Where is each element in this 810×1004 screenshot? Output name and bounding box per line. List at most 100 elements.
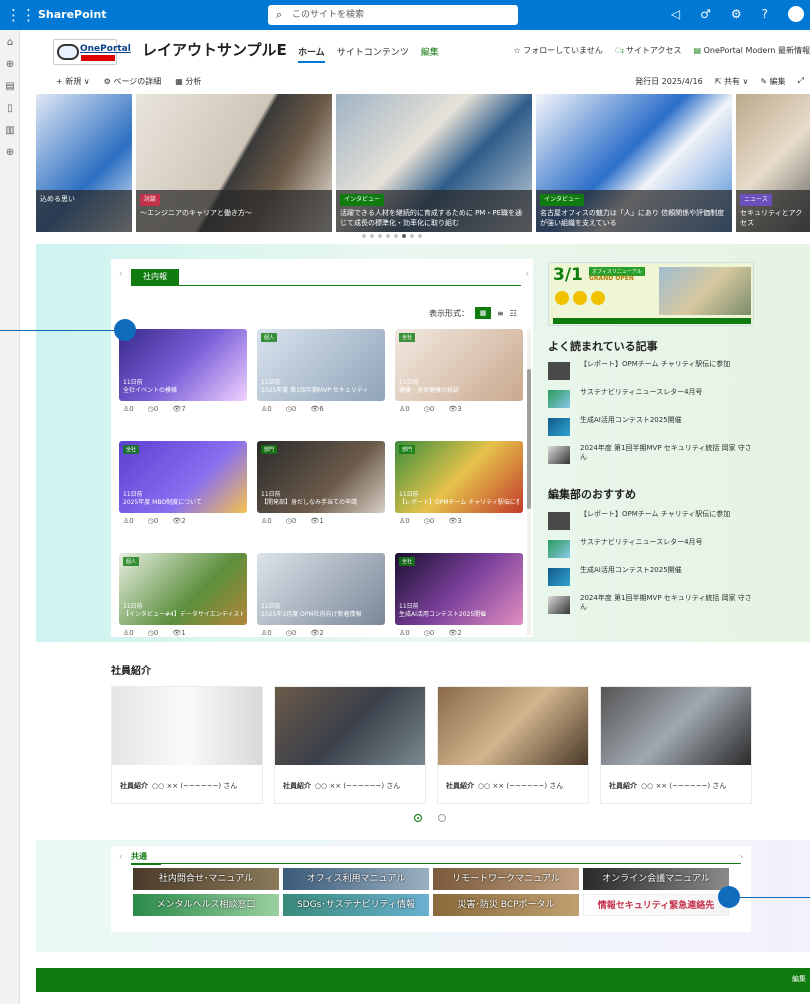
view-icon: 👁 (448, 517, 458, 525)
view-icon: 👁 (172, 517, 182, 525)
news-card[interactable]: 全社 11日前 健康・身体健康の秘訣 ♙0 ◷0 👁3 (395, 329, 523, 427)
list-icon[interactable]: ▥ (0, 120, 20, 142)
quick-link[interactable]: SDGs･サステナビリティ情報 (283, 894, 429, 916)
quick-link[interactable]: 社内問合せ･マニュアル (133, 868, 279, 890)
employee-dots (414, 814, 446, 822)
news-card[interactable]: 11日前 全社イベントの模様 ♙0 ◷0 👁7 (119, 329, 247, 427)
employee-photo (438, 687, 588, 765)
prev-arrow-icon[interactable]: ‹ (119, 269, 122, 278)
article-link[interactable]: 生成AI活用コンテスト2025開催 (548, 416, 754, 438)
hero-card[interactable]: ニュース セキュリティとアクセス (736, 94, 810, 232)
news-card[interactable]: 個人 11日前 2025年度 第1回半期MVP セキュリティ ♙0 ◷0 👁6 (257, 329, 385, 427)
avatar[interactable] (788, 6, 804, 22)
follow-button[interactable]: ☆ フォローしていません (514, 45, 603, 56)
article-link[interactable]: 2024年度 第1回半期MVP セキュリティ統括 岡家 守さん (548, 594, 754, 616)
quick-link[interactable]: 情報セキュリティ緊急連絡先 (583, 894, 729, 916)
nav-home[interactable]: ホーム (298, 45, 325, 63)
category-badge: 個人 (123, 557, 140, 566)
next-arrow-icon[interactable]: › (526, 269, 529, 278)
employee-photo (112, 687, 262, 765)
home-icon[interactable]: ⌂ (0, 32, 20, 54)
edit-button[interactable]: ✎ 編集 (760, 76, 785, 87)
quick-link[interactable]: メンタルヘルス相談窓口 (133, 894, 279, 916)
pencil-icon: ✎ (760, 77, 770, 86)
footer-bar: 編集 (36, 968, 810, 992)
add-icon[interactable]: ⊕ (0, 142, 20, 164)
news-card[interactable]: 部門 11日前 【レポート】OPMチーム チャリティ駅伝に参加 ♙0 ◷0 👁3 (395, 441, 523, 539)
site-title[interactable]: レイアウトサンプルE (142, 39, 287, 60)
settings-icon[interactable]: ⚙ (731, 7, 742, 22)
search-box[interactable]: ⌕ このサイトを検索 (268, 5, 518, 25)
annotation-marker (114, 319, 136, 341)
hero-card[interactable]: インタビュー 活躍できる人材を継続的に育成するために PM・PE職を通じて成長の標… (336, 94, 532, 232)
nav-site-contents[interactable]: サイトコンテンツ (337, 45, 409, 63)
help-icon[interactable]: ? (762, 7, 768, 22)
share-button[interactable]: ⇱ 共有 ∨ (715, 76, 749, 87)
news-date: 11日前 (399, 379, 419, 386)
news-card[interactable]: 全社 11日前 2025年度 MBO制度について ♙0 ◷0 👁2 (119, 441, 247, 539)
site-access-button[interactable]: ഃ サイトアクセス (615, 45, 682, 56)
chat-bubble-icon (57, 44, 79, 60)
nav-edit[interactable]: 編集 (421, 45, 439, 63)
article-title: 生成AI活用コンテスト2025開催 (580, 566, 682, 574)
quick-link[interactable]: オンライン会議マニュアル (583, 868, 729, 890)
site-logo[interactable]: OnePortal (53, 39, 131, 65)
published-date: 発行日 2025/4/16 (635, 77, 703, 86)
article-thumbnail (548, 390, 570, 408)
quick-link[interactable]: オフィス利用マニュアル (283, 868, 429, 890)
expand-icon[interactable]: ⤢ (798, 76, 804, 87)
carousel-dots (362, 234, 422, 238)
quick-link[interactable]: リモートワークマニュアル (433, 868, 579, 890)
article-link[interactable]: 【レポート】OPMチーム チャリティ駅伝に参加 (548, 360, 754, 382)
next-arrow-icon[interactable]: › (740, 852, 743, 861)
share-people-icon[interactable]: ♂ (700, 7, 711, 22)
new-button[interactable]: + 新規 ∨ (56, 76, 90, 87)
employee-card[interactable]: 社員紹介 ○○ ×× (~~~~~~) さん (437, 686, 589, 804)
site-header: OnePortal レイアウトサンプルE ホーム サイトコンテンツ 編集 ☆ フ… (36, 30, 810, 72)
grid-view-icon[interactable]: ▦ (475, 307, 491, 319)
employee-card[interactable]: 社員紹介 ○○ ×× (~~~~~~) さん (274, 686, 426, 804)
article-link[interactable]: サステナビリティニュースレター4月号 (548, 538, 754, 560)
hero-card[interactable]: 対談 ～エンジニアのキャリアと働き方～ (136, 94, 332, 232)
page-details-button[interactable]: ⚙ ページの詳細 (104, 76, 162, 87)
news-card[interactable]: 個人 11日前【インタビュー#4】データサイエンティスト・岡部玲子さん ♙0◷0👁1 (119, 553, 247, 651)
news-stats: ♙0 ◷0 👁2 (399, 629, 462, 637)
news-title: 健康・身体健康の秘訣 (399, 387, 460, 394)
article-title: 【レポート】OPMチーム チャリティ駅伝に参加 (580, 510, 731, 518)
article-link[interactable]: 生成AI活用コンテスト2025開催 (548, 566, 754, 588)
search-icon: ⌕ (276, 8, 283, 21)
news-card[interactable]: 11日前 2025年3月度 OPM社内向け新着情報 ♙0 ◷0 👁2 (257, 553, 385, 651)
compact-view-icon[interactable]: ☷ (510, 309, 517, 318)
news-title: 【レポート】OPMチーム チャリティ駅伝に参加 (399, 499, 519, 506)
news-icon[interactable]: ▤ (0, 76, 20, 98)
megaphone-icon[interactable]: ◁ (671, 7, 680, 22)
tab-common[interactable]: 共通 (131, 851, 147, 862)
list-view-icon[interactable]: ≡ (497, 309, 504, 318)
news-card[interactable]: 部門 11日前 【開発部】身だしなみ手当ての申請 ♙0 ◷0 👁1 (257, 441, 385, 539)
hero-card[interactable]: インタビュー 名古屋オフィスの魅力は「人」にあり 信頼関係や評価制度が強い組織を支… (536, 94, 732, 232)
quick-link[interactable]: 災害･防災 BCPポータル (433, 894, 579, 916)
news-title: 【インタビュー#4】データサイエンティスト・岡部玲子さん (123, 611, 243, 618)
article-link[interactable]: 【レポート】OPMチーム チャリティ駅伝に参加 (548, 510, 754, 532)
article-link[interactable]: 2024年度 第1回半期MVP セキュリティ統括 岡家 守さん (548, 444, 754, 466)
prev-arrow-icon[interactable]: ‹ (119, 852, 122, 861)
article-link[interactable]: サステナビリティニュースレター4月号 (548, 388, 754, 410)
app-name[interactable]: SharePoint (38, 8, 107, 21)
employee-card[interactable]: 社員紹介 ○○ ×× (~~~~~~) さん (111, 686, 263, 804)
latest-info-link[interactable]: ▤ OnePortal Modern 最新情報 (694, 45, 810, 56)
file-icon[interactable]: ▯ (0, 98, 20, 120)
news-panel: ‹ › 社内報 表示形式： ▦ ≡ ☷ 11日前 全社イベントの模様 ♙0 ◷0 👁7 個… (111, 259, 533, 637)
footer-text[interactable]: 編集 (792, 974, 806, 984)
app-launcher-icon[interactable]: ⋮⋮ (6, 6, 36, 24)
office-banner[interactable]: 3/1 オフィスリニューアル GRAND OPEN (548, 262, 754, 326)
view-icon: 👁 (310, 405, 320, 413)
employee-card[interactable]: 社員紹介 ○○ ×× (~~~~~~) さん (600, 686, 752, 804)
tab-news[interactable]: 社内報 (131, 269, 179, 285)
hero-card[interactable]: 込める思い (36, 94, 132, 232)
employee-label: 社員紹介 (609, 782, 637, 790)
news-card[interactable]: 全社 11日前 生成AI活用コンテスト2025開催 ♙0 ◷0 👁2 (395, 553, 523, 651)
globe-icon[interactable]: ⊕ (0, 54, 20, 76)
scrollbar[interactable] (527, 329, 531, 635)
employee-section: 社員紹介 社員紹介 ○○ ×× (~~~~~~) さん 社員紹介 ○○ ×× (~~~… (36, 642, 810, 840)
analytics-button[interactable]: ▦ 分析 (175, 76, 201, 87)
